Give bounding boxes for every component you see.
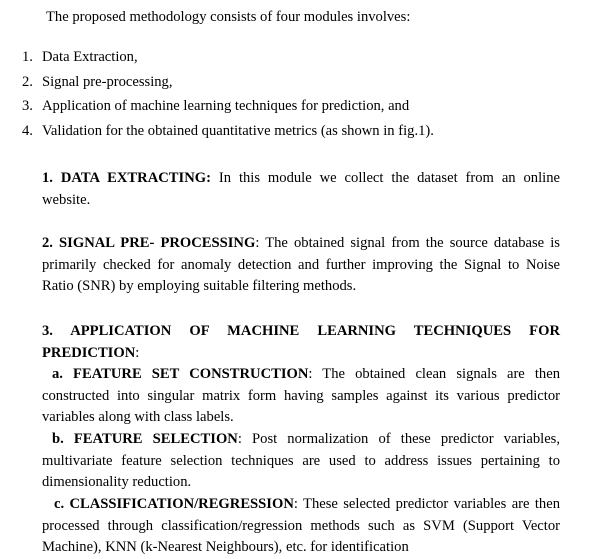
heading-colon: : bbox=[135, 344, 140, 361]
list-item: 1. Data Extraction, bbox=[0, 47, 434, 72]
section-heading: 3. APPLICATION OF MACHINE LEARNING TECHN… bbox=[42, 323, 560, 361]
list-text: Data Extraction, bbox=[42, 49, 138, 65]
section-data-extracting: 1. DATA EXTRACTING: In this module we co… bbox=[42, 168, 560, 211]
section-ml-heading: 3. APPLICATION OF MACHINE LEARNING TECHN… bbox=[42, 321, 560, 364]
subsection-heading: c. CLASSIFICATION/REGRESSION bbox=[54, 496, 294, 512]
document-page: The proposed methodology consists of fou… bbox=[0, 0, 589, 559]
list-item: 3. Application of machine learning techni… bbox=[0, 96, 434, 121]
subsection-heading: b. FEATURE SELECTION bbox=[52, 431, 238, 447]
intro-sentence: The proposed methodology consists of fou… bbox=[46, 9, 411, 25]
list-text: Application of machine learning techniqu… bbox=[42, 98, 410, 114]
list-number: 2. bbox=[22, 73, 33, 90]
subsection-classification-regression: c. CLASSIFICATION/REGRESSION: These sele… bbox=[42, 494, 560, 559]
list-item: 2. Signal pre-processing, bbox=[0, 72, 434, 97]
list-number: 1. bbox=[22, 49, 33, 65]
section-heading: 1. DATA EXTRACTING: bbox=[42, 170, 211, 186]
module-list: 1. Data Extraction, 2. Signal pre-processi… bbox=[0, 47, 434, 145]
list-text: Validation for the obtained quantitative… bbox=[42, 122, 434, 139]
section-signal-preprocessing: 2. SIGNAL PRE- PROCESSING: The obtained … bbox=[42, 233, 560, 298]
list-text: Signal pre-processing, bbox=[42, 73, 173, 90]
subsection-feature-selection: b. FEATURE SELECTION: Post normalization… bbox=[42, 429, 560, 494]
subsection-heading: a. FEATURE SET CONSTRUCTION bbox=[52, 366, 309, 382]
subsection-feature-set-construction: a. FEATURE SET CONSTRUCTION: The obtaine… bbox=[42, 364, 560, 429]
list-number: 4. bbox=[22, 122, 33, 139]
list-item: 4. Validation for the obtained quantitati… bbox=[0, 121, 434, 146]
list-number: 3. bbox=[22, 98, 33, 114]
section-heading: 2. SIGNAL PRE- PROCESSING bbox=[42, 235, 256, 251]
